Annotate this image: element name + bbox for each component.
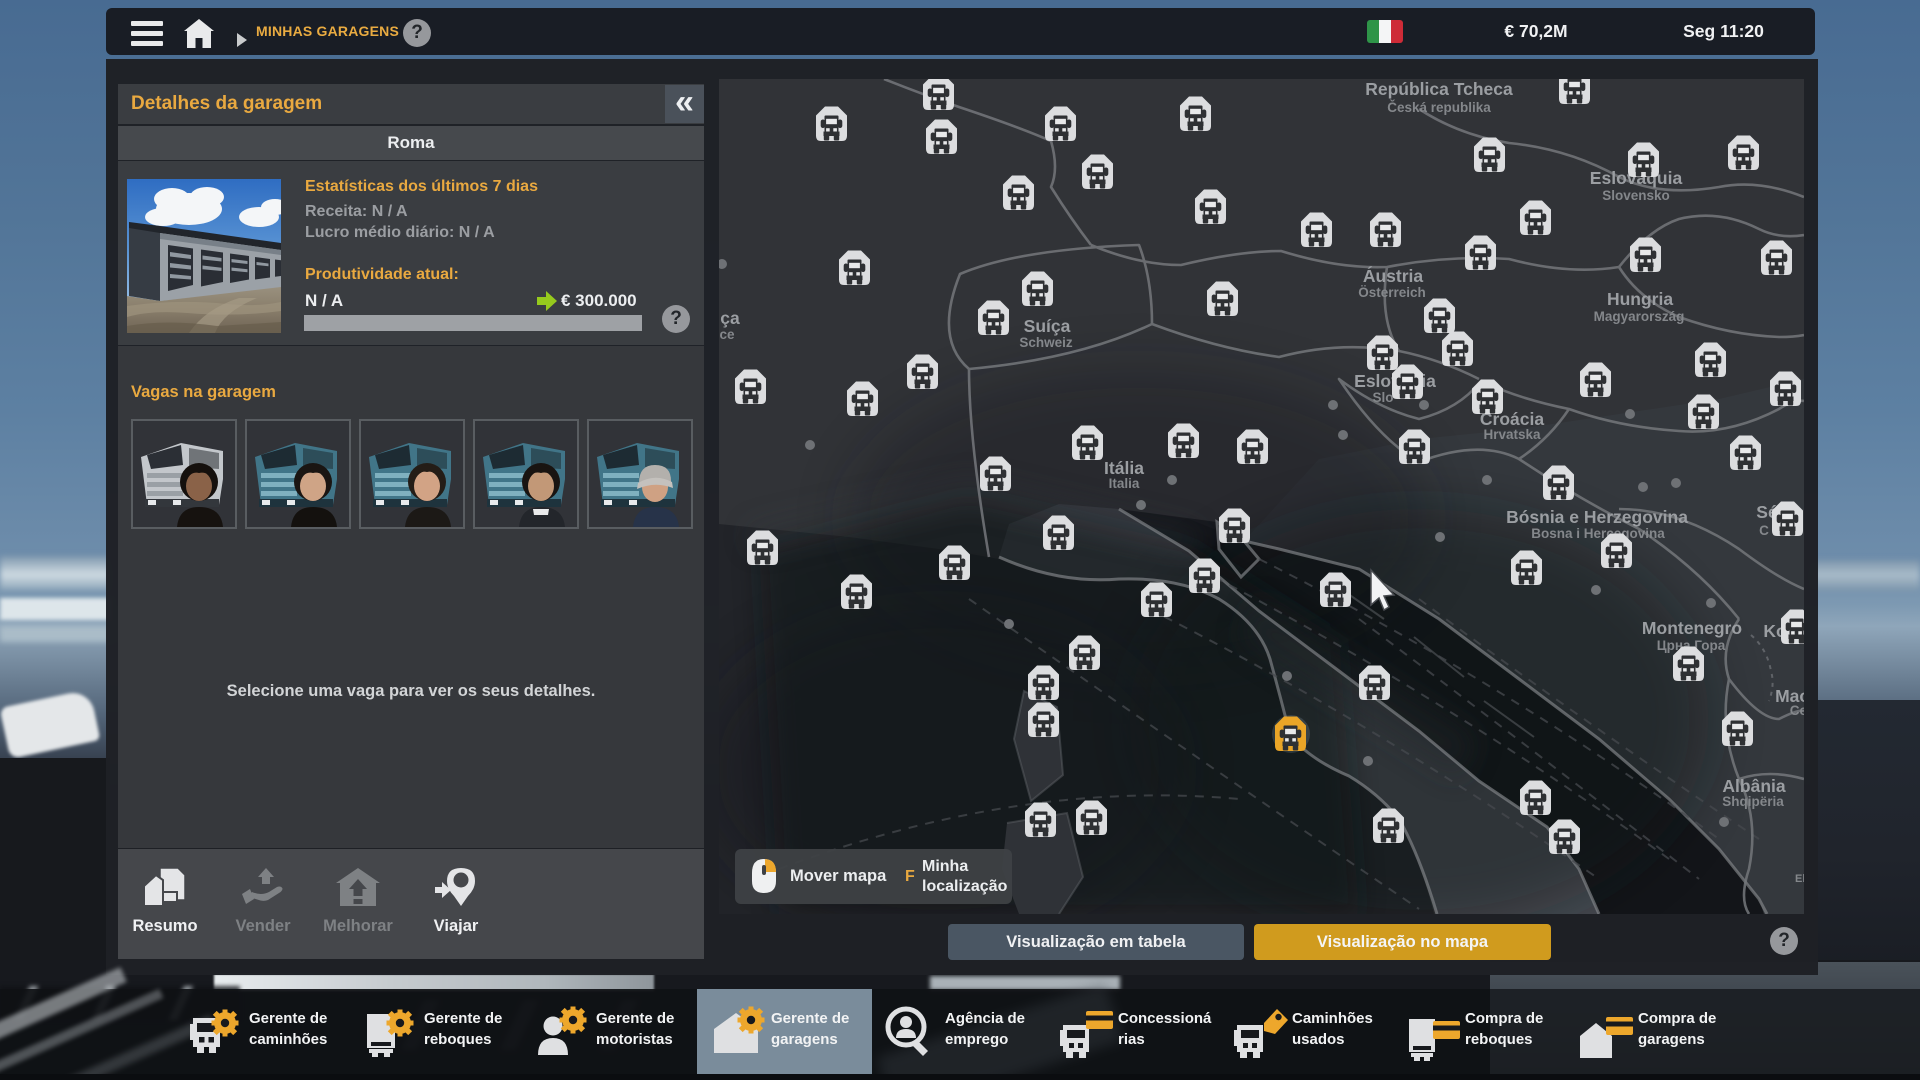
svg-text:Suíça: Suíça <box>1024 316 1071 336</box>
svg-text:ça: ça <box>720 308 740 328</box>
svg-text:Slovensko: Slovensko <box>1602 188 1670 203</box>
svg-text:Shqipëria: Shqipëria <box>1722 794 1784 809</box>
svg-text:Albânia: Albânia <box>1722 776 1785 796</box>
svg-text:C: C <box>1759 523 1769 538</box>
svg-text:El: El <box>1795 873 1804 885</box>
svg-text:Italia: Italia <box>1109 476 1140 491</box>
svg-text:Schweiz: Schweiz <box>1019 335 1073 350</box>
svg-text:Slo: Slo <box>1372 390 1393 405</box>
svg-text:Česká republika: Česká republika <box>1387 100 1491 115</box>
svg-text:Hrvatska: Hrvatska <box>1483 427 1541 442</box>
svg-text:Montenegro: Montenegro <box>1642 618 1742 638</box>
svg-text:Cer: Cer <box>1790 703 1804 718</box>
svg-text:Bosna i Hercegovina: Bosna i Hercegovina <box>1531 526 1665 541</box>
svg-text:Österreich: Österreich <box>1358 285 1426 300</box>
svg-text:Itália: Itália <box>1104 458 1144 478</box>
svg-text:ce: ce <box>719 327 735 342</box>
svg-text:República Tcheca: República Tcheca <box>1365 79 1513 99</box>
svg-text:Bósnia e Herzegovina: Bósnia e Herzegovina <box>1506 507 1688 527</box>
svg-text:Hungria: Hungria <box>1607 289 1673 309</box>
svg-text:Magyarország: Magyarország <box>1594 309 1685 324</box>
svg-text:Áustria: Áustria <box>1363 265 1424 286</box>
